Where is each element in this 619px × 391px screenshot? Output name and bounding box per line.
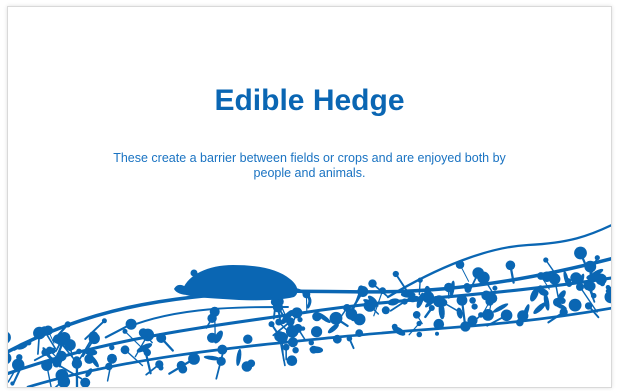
hedge-berry (105, 362, 113, 371)
hedge-leaf (533, 302, 546, 314)
hedge-berry (76, 348, 82, 355)
hedge-berry (287, 337, 298, 348)
hedge-berry (16, 354, 23, 361)
hedge-berry (10, 381, 15, 386)
hedge-berry (417, 277, 423, 283)
animal-ear (190, 269, 198, 277)
hedge-berry (42, 363, 48, 369)
hedge-berry (308, 340, 314, 346)
hedge-berry (455, 260, 465, 269)
hedge-berry (311, 326, 323, 338)
hedge-berry (594, 255, 600, 261)
slide-card: Edible Hedge These create a barrier betw… (7, 6, 612, 388)
hedge-berry (291, 307, 303, 319)
hedge-berry (275, 318, 283, 326)
hedge-berry (138, 328, 148, 338)
hedge-berry (482, 309, 494, 321)
hedge-berry (188, 353, 200, 365)
hedge-berry (472, 267, 485, 279)
hedge-berry (8, 332, 11, 343)
hedge-berry (568, 298, 582, 312)
hedge-berry (209, 306, 220, 317)
hedge-berry (156, 333, 167, 343)
hedge-berry (158, 365, 164, 371)
hedge-berry (456, 294, 468, 306)
hedge-berry (467, 315, 478, 326)
hedge-berry (584, 302, 593, 310)
hedge-berry (416, 331, 423, 338)
hedge-berry (599, 281, 606, 287)
hedge-berry (392, 270, 399, 278)
hedge-berry (481, 290, 492, 301)
hedge-berry (64, 321, 71, 328)
hedge-berry (368, 279, 377, 288)
hedge-berry (101, 318, 107, 324)
hedge-berry (505, 260, 516, 271)
hedge-berry (469, 297, 476, 304)
hedge-berry (33, 326, 46, 340)
hedge-berry (18, 363, 25, 369)
hedge-leaf (236, 348, 242, 366)
hedge-berry (120, 345, 130, 355)
hedge-berry (543, 257, 549, 263)
hedge-berry (435, 331, 439, 336)
hedge-berry (549, 273, 561, 285)
hedge-berry (125, 318, 137, 330)
hedge-berry (590, 292, 597, 299)
hedge-berry (500, 309, 513, 322)
hedge-berry (247, 359, 256, 368)
animal-body (183, 265, 298, 301)
hedge-berry (88, 332, 100, 345)
hedge-berry (122, 328, 128, 334)
hedge-berry (176, 360, 186, 370)
hedge-berry (381, 306, 390, 315)
hedge-berry (109, 344, 115, 351)
hedge-berry (297, 317, 303, 323)
hedge-berry (282, 343, 290, 351)
hedge-berry (574, 246, 587, 260)
hedge-berry (357, 286, 369, 297)
hedge-berry (286, 355, 298, 367)
hedge-berry (345, 308, 358, 320)
hedge-berry (300, 326, 306, 331)
hedge-berry (285, 325, 299, 338)
hedge-berry (268, 321, 275, 328)
hedge-berry (492, 285, 498, 291)
hedge-berry (355, 329, 364, 337)
hedge-berry (471, 303, 478, 310)
hedge-berry (346, 335, 353, 342)
hedge-berry (428, 305, 435, 311)
hedge-berry (107, 353, 117, 364)
hedge-berry (401, 298, 408, 305)
hedge-berry (274, 331, 285, 342)
hedge-berry (292, 347, 299, 354)
hedge-berry (217, 344, 228, 355)
hedge-berry (332, 334, 342, 344)
hedge-berry (243, 334, 253, 344)
hedge-berry (72, 356, 81, 365)
hedge-berry (8, 352, 12, 364)
hedge-berry (412, 311, 421, 319)
hedge-illustration (8, 224, 611, 387)
hedge-berry (464, 286, 472, 293)
hedge-berry (537, 272, 545, 280)
hedge-berry (433, 318, 445, 330)
